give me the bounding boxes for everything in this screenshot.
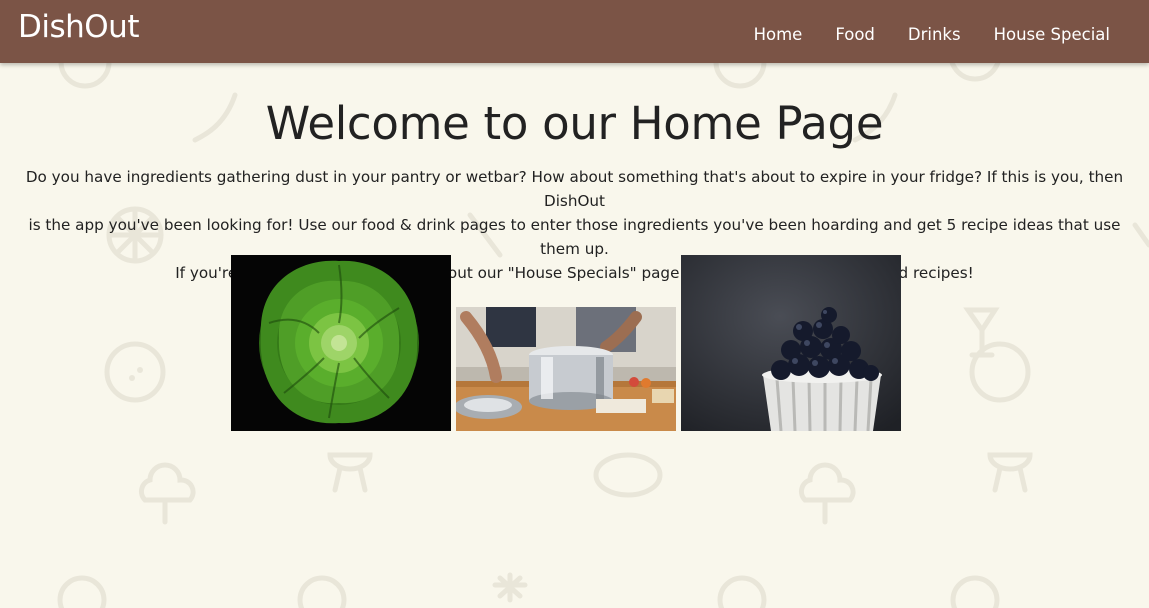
intro-line: is the app you've been looking for! Use …: [28, 216, 1121, 258]
grill-icon: [327, 452, 373, 493]
intro-line: Do you have ingredients gathering dust i…: [25, 168, 1124, 210]
plate-icon: [104, 341, 166, 403]
brand-logo-link[interactable]: DishOut: [18, 9, 139, 45]
nav-link-food[interactable]: Food: [835, 25, 875, 44]
cooking-pot-photo: [456, 307, 676, 431]
nav-link-drinks[interactable]: Drinks: [908, 25, 961, 44]
page-title: Welcome to our Home Page: [265, 97, 884, 150]
broccoli-icon: [799, 462, 856, 525]
watermelon-icon: [717, 575, 767, 608]
nav-links: Home Food Drinks House Special: [721, 25, 1110, 44]
top-navbar: DishOut Home Food Drinks House Special: [0, 0, 1149, 63]
lettuce-photo: [231, 255, 451, 431]
cocktail-icon: [963, 307, 1000, 358]
blueberries-photo: [681, 255, 901, 431]
pineapple-icon: [492, 572, 528, 603]
steak-icon: [593, 452, 663, 498]
watermelon-icon: [57, 575, 107, 608]
broccoli-icon: [139, 462, 196, 525]
grill-icon: [987, 452, 1033, 493]
donut-icon: [297, 575, 347, 608]
nav-link-home[interactable]: Home: [754, 25, 803, 44]
main-content: Welcome to our Home Page Do you have ing…: [0, 63, 1149, 431]
donut-icon: [950, 575, 1000, 608]
photo-gallery: [231, 255, 901, 431]
nav-link-house-special[interactable]: House Special: [994, 25, 1110, 44]
